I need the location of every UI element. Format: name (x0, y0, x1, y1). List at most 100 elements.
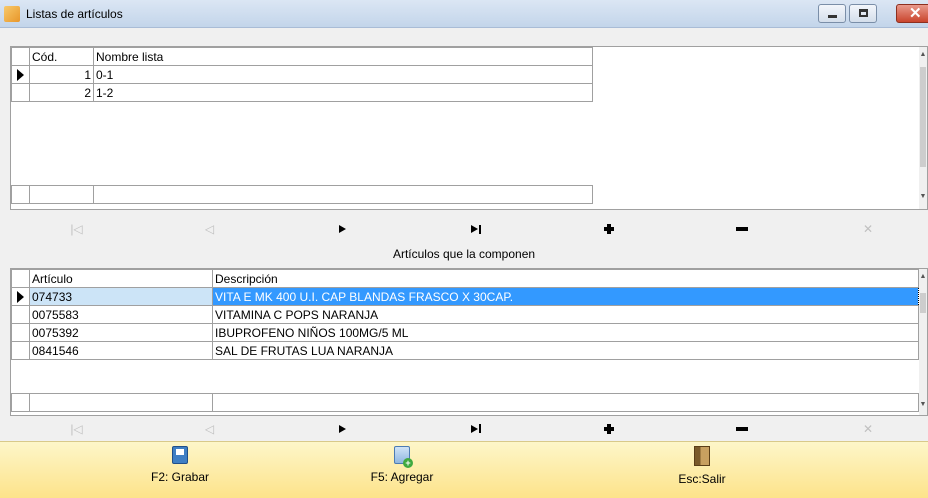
row-indicator (11, 341, 30, 360)
table-row[interactable]: 074733 VITA E MK 400 U.I. CAP BLANDAS FR… (11, 287, 919, 306)
column-header-description[interactable]: Descripción (212, 269, 919, 288)
nav-first-button[interactable]: |◁ (10, 214, 143, 244)
nav-prev-button[interactable]: ◁ (143, 416, 276, 441)
nav-last-button[interactable] (409, 214, 542, 244)
nav-insert-button[interactable] (542, 214, 675, 244)
column-header-code[interactable]: Cód. (29, 47, 94, 66)
bottom-toolbar: F2: Grabar F5: Agregar Esc:Salir (0, 441, 928, 498)
table-row[interactable]: 2 1-2 (11, 83, 593, 102)
add-label: F5: Agregar (370, 470, 434, 484)
scroll-thumb[interactable] (920, 67, 926, 167)
cancel-icon: ✕ (862, 421, 874, 436)
table-row[interactable]: 0075583 VITAMINA C POPS NARANJA (11, 305, 919, 324)
first-record-icon: |◁ (70, 421, 83, 436)
save-label: F2: Grabar (150, 470, 210, 484)
window-title: Listas de artículos (26, 7, 123, 21)
cell-name[interactable]: 1-2 (93, 83, 593, 102)
cancel-icon: ✕ (862, 222, 874, 236)
scroll-up-icon[interactable]: ▲ (919, 51, 927, 58)
filter-name-field[interactable] (93, 185, 593, 204)
cell-name[interactable]: 0-1 (93, 65, 593, 84)
cell-description[interactable]: SAL DE FRUTAS LUA NARANJA (212, 341, 919, 360)
add-button[interactable]: F5: Agregar (360, 446, 444, 494)
articles-grid-header: Artículo Descripción (11, 269, 919, 288)
filter-code-field[interactable] (29, 185, 94, 204)
column-header-name[interactable]: Nombre lista (93, 47, 593, 66)
title-bar: Listas de artículos ✕ (0, 0, 928, 28)
cell-code[interactable]: 1 (29, 65, 94, 84)
filter-indicator (11, 393, 30, 412)
exit-door-icon (694, 446, 710, 466)
articles-filter-row[interactable] (11, 393, 919, 412)
nav-delete-button[interactable] (675, 214, 808, 244)
nav-cancel-button[interactable]: ✕ (808, 416, 928, 441)
cell-description[interactable]: VITAMINA C POPS NARANJA (212, 305, 919, 324)
next-record-icon (339, 424, 346, 433)
minus-icon (735, 426, 748, 431)
maximize-icon (859, 9, 868, 17)
table-row[interactable]: 0841546 SAL DE FRUTAS LUA NARANJA (11, 341, 919, 360)
app-icon (4, 6, 20, 22)
add-document-icon (394, 446, 413, 468)
articles-navigator: |◁ ◁ ✕ (0, 416, 928, 441)
plus-icon (603, 224, 614, 234)
cell-article[interactable]: 0075583 (29, 305, 213, 324)
prev-record-icon: ◁ (204, 222, 215, 236)
nav-last-button[interactable] (409, 416, 542, 441)
prev-record-icon: ◁ (204, 421, 215, 436)
exit-button[interactable]: Esc:Salir (662, 446, 742, 494)
minimize-button[interactable] (818, 4, 846, 23)
nav-next-button[interactable] (276, 214, 409, 244)
cell-article[interactable]: 0075392 (29, 323, 213, 342)
last-record-icon (470, 224, 481, 234)
lists-scrollbar[interactable]: ▲ ▼ (919, 47, 927, 209)
nav-delete-button[interactable] (675, 416, 808, 441)
save-button[interactable]: F2: Grabar (140, 446, 220, 494)
row-indicator-header (11, 47, 30, 66)
scroll-down-icon[interactable]: ▼ (919, 193, 927, 200)
row-indicator (11, 287, 30, 306)
cell-description[interactable]: VITA E MK 400 U.I. CAP BLANDAS FRASCO X … (212, 287, 919, 306)
scroll-up-icon[interactable]: ▲ (919, 273, 927, 280)
filter-description-field[interactable] (212, 393, 919, 412)
close-button[interactable]: ✕ (896, 4, 928, 23)
cell-article[interactable]: 0841546 (29, 341, 213, 360)
minimize-icon (828, 15, 837, 18)
row-indicator (11, 323, 30, 342)
save-icon (172, 446, 188, 464)
row-indicator (11, 83, 30, 102)
current-row-arrow-icon (17, 291, 24, 304)
lists-navigator: |◁ ◁ ✕ (0, 214, 928, 244)
first-record-icon: |◁ (70, 222, 83, 236)
filter-article-field[interactable] (29, 393, 213, 412)
row-indicator (11, 65, 30, 84)
nav-cancel-button[interactable]: ✕ (808, 214, 928, 244)
articles-scrollbar[interactable]: ▲ ▼ (919, 269, 927, 415)
row-indicator-header (11, 269, 30, 288)
last-record-icon (470, 424, 481, 433)
nav-insert-button[interactable] (542, 416, 675, 441)
articles-grid[interactable]: Artículo Descripción 074733 VITA E MK 40… (10, 268, 928, 416)
nav-prev-button[interactable]: ◁ (143, 214, 276, 244)
maximize-button[interactable] (849, 4, 877, 23)
plus-icon (603, 423, 614, 434)
cell-description[interactable]: IBUPROFENO NIÑOS 100MG/5 ML (212, 323, 919, 342)
table-row[interactable]: 1 0-1 (11, 65, 593, 84)
table-row[interactable]: 0075392 IBUPROFENO NIÑOS 100MG/5 ML (11, 323, 919, 342)
lists-grid[interactable]: Cód. Nombre lista 1 0-1 2 1-2 ▲ ▼ (10, 46, 928, 210)
scroll-thumb[interactable] (920, 293, 926, 313)
column-header-article[interactable]: Artículo (29, 269, 213, 288)
nav-first-button[interactable]: |◁ (10, 416, 143, 441)
nav-next-button[interactable] (276, 416, 409, 441)
scroll-down-icon[interactable]: ▼ (919, 401, 927, 408)
section-label: Artículos que la componen (0, 242, 928, 266)
exit-label: Esc:Salir (678, 472, 726, 486)
minus-icon (735, 227, 748, 231)
lists-filter-row[interactable] (11, 185, 593, 204)
cell-article[interactable]: 074733 (29, 287, 213, 306)
close-icon: ✕ (909, 5, 922, 22)
cell-code[interactable]: 2 (29, 83, 94, 102)
row-indicator (11, 305, 30, 324)
next-record-icon (339, 225, 346, 233)
filter-indicator (11, 185, 30, 204)
